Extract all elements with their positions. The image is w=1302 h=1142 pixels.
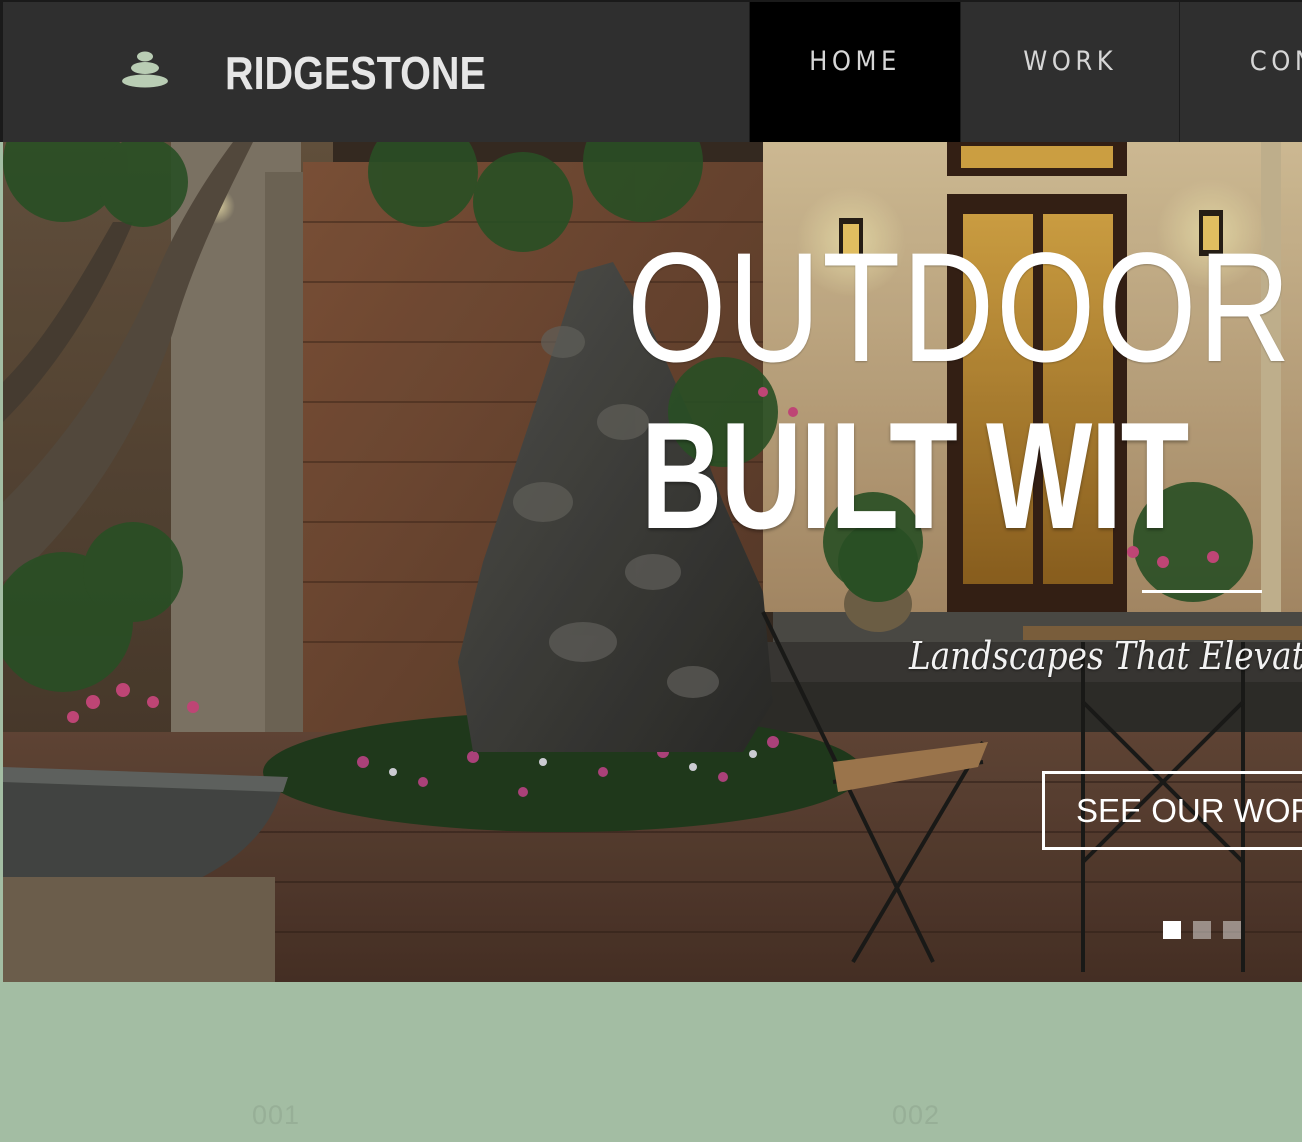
see-our-work-button-label: SEE OUR WOR (1076, 791, 1302, 829)
hero-divider (1142, 590, 1262, 593)
slider-pagination (1163, 921, 1241, 939)
hero-title-line-1: OUTDOOR S (627, 221, 1302, 395)
nav-item-label: WORK (1023, 46, 1117, 77)
hero-title-line-2: BUILT WIT (641, 391, 1189, 561)
see-our-work-button[interactable]: SEE OUR WOR (1042, 771, 1302, 850)
main-nav: HOME WORK CON (749, 2, 1302, 144)
step-number: 001 (252, 1100, 301, 1130)
nav-item-label: HOME (809, 46, 901, 77)
step-number: 002 (892, 1100, 941, 1130)
nav-item-label: CON (1249, 46, 1302, 77)
process-section: 001 002 (0, 982, 1302, 1142)
nav-item-home[interactable]: HOME (749, 2, 960, 144)
slider-dot-2[interactable] (1193, 921, 1211, 939)
slider-dot-3[interactable] (1223, 921, 1241, 939)
site-header: RIDGESTONE HOME WORK CON (0, 0, 1302, 144)
hero-slider: OUTDOOR S BUILT WIT Landscapes That Elev… (3, 142, 1302, 982)
hero-tagline: Landscapes That Elevate (909, 634, 1302, 678)
stacked-stones-icon[interactable] (120, 50, 170, 88)
slider-dot-1[interactable] (1163, 921, 1181, 939)
nav-item-work[interactable]: WORK (960, 2, 1179, 144)
nav-item-contact[interactable]: CON (1179, 2, 1302, 144)
brand-name[interactable]: RIDGESTONE (225, 46, 486, 100)
